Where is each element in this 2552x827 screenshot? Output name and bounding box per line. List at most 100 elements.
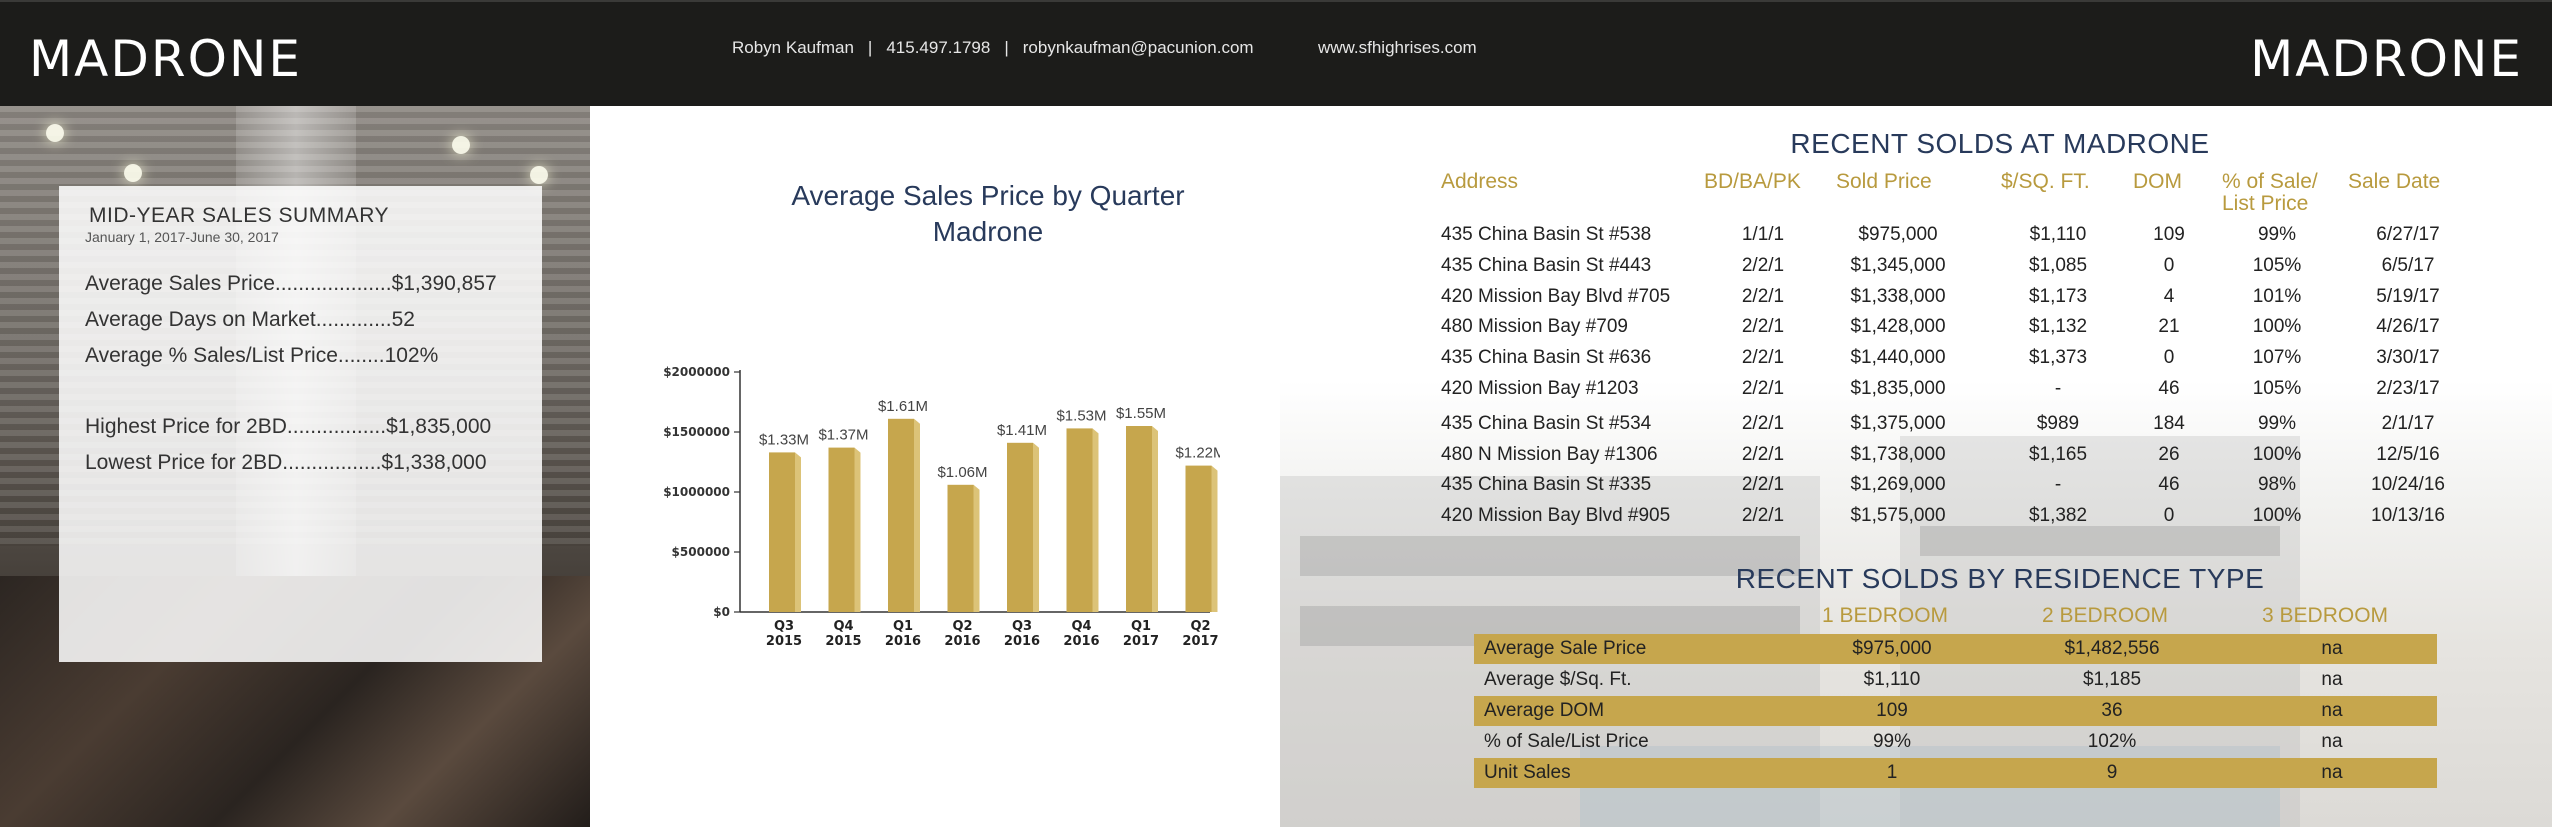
separator: | xyxy=(1004,38,1009,57)
row-value: $1,110 xyxy=(1863,669,1921,690)
x-tick-label: Q3 xyxy=(774,619,794,634)
bar xyxy=(828,447,855,612)
cell-sqft: $1,165 xyxy=(2028,444,2088,465)
bar-data-label: $1.61M xyxy=(878,398,928,415)
x-tick-label: 2016 xyxy=(944,634,980,649)
bar-data-label: $1.33M xyxy=(759,431,809,448)
summary-avg-pct: Average % Sales/List Price........102% xyxy=(85,344,439,367)
row-value: 1 xyxy=(1886,762,1898,783)
x-tick-label: Q3 xyxy=(1012,619,1032,634)
ceiling-light xyxy=(452,136,470,154)
cell-address: 435 China Basin St #443 xyxy=(1441,255,1652,276)
summary-title: MID-YEAR SALES SUMMARY xyxy=(89,204,390,227)
cell-date: 2/1/17 xyxy=(2381,413,2435,434)
cell-dom: 46 xyxy=(2158,378,2180,399)
cell-address: 435 China Basin St #335 xyxy=(1441,474,1652,495)
cell-pct: 98% xyxy=(2257,474,2297,495)
row-label: Average DOM xyxy=(1484,700,1605,721)
cell-dom: 109 xyxy=(2153,224,2185,245)
col-header-pct: % of Sale/ List Price xyxy=(2222,171,2318,215)
photo-window xyxy=(1920,526,2280,556)
cell-pct: 99% xyxy=(2257,224,2297,245)
bar-data-label: $1.22M xyxy=(1175,445,1220,462)
row-value: na xyxy=(2321,669,2343,690)
summary-highest-2bd: Highest Price for 2BD.................$1… xyxy=(85,415,492,438)
sales-summary-box: MID-YEAR SALES SUMMARY January 1, 2017-J… xyxy=(59,186,542,662)
row-label: % of Sale/List Price xyxy=(1484,731,1649,752)
row-value: $1,482,556 xyxy=(2064,638,2160,659)
cell-date: 10/24/16 xyxy=(2371,474,2445,495)
cell-bdba: 2/2/1 xyxy=(1741,474,1785,495)
cell-date: 5/19/17 xyxy=(2376,286,2440,307)
summary-avg-price: Average Sales Price....................$… xyxy=(85,272,497,295)
row-label: Average Sale Price xyxy=(1484,638,1647,659)
cell-bdba: 2/2/1 xyxy=(1741,255,1785,276)
x-tick-label: 2015 xyxy=(766,634,802,649)
row-value: na xyxy=(2321,638,2343,659)
bar-side xyxy=(854,447,861,612)
row-label: Unit Sales xyxy=(1484,762,1571,783)
x-tick-label: Q2 xyxy=(952,619,972,634)
cell-dom: 184 xyxy=(2153,413,2185,434)
cell-date: 12/5/16 xyxy=(2376,444,2440,465)
cell-pct: 100% xyxy=(2252,444,2302,465)
col-header-pct-line: % of Sale/ xyxy=(2222,170,2318,193)
cell-address: 435 China Basin St #636 xyxy=(1441,347,1652,368)
table-row: Average DOM 109 36 na xyxy=(1474,696,2437,726)
cell-address: 480 Mission Bay #709 xyxy=(1441,316,1628,337)
cell-pct: 107% xyxy=(2252,347,2302,368)
cell-pct: 100% xyxy=(2252,505,2302,526)
table-row: % of Sale/List Price 99% 102% na xyxy=(1474,727,2437,757)
cell-date: 6/27/17 xyxy=(2376,224,2440,245)
cell-price: $1,375,000 xyxy=(1850,413,1946,434)
col-header-price: Sold Price xyxy=(1836,170,1932,193)
row-value: 99% xyxy=(1872,731,1912,752)
y-tick-label: $1000000 xyxy=(663,485,730,499)
cell-date: 10/13/16 xyxy=(2371,505,2445,526)
cell-sqft: $989 xyxy=(2036,413,2080,434)
brand-left: MADRONE xyxy=(29,30,302,88)
bar xyxy=(1066,428,1093,612)
cell-sqft: $1,110 xyxy=(2029,224,2087,245)
x-tick-label: Q2 xyxy=(1190,619,1210,634)
ceiling-light xyxy=(124,164,142,182)
bar-data-label: $1.41M xyxy=(997,422,1047,439)
cell-sqft: $1,373 xyxy=(2028,347,2088,368)
cell-dom: 46 xyxy=(2158,474,2180,495)
cell-date: 6/5/17 xyxy=(2381,255,2435,276)
bar-data-label: $1.55M xyxy=(1116,405,1166,422)
cell-date: 4/26/17 xyxy=(2376,316,2440,337)
cell-price: $1,428,000 xyxy=(1850,316,1946,337)
cell-price: $1,738,000 xyxy=(1850,444,1946,465)
cell-pct: 105% xyxy=(2252,378,2302,399)
cell-sqft: $1,173 xyxy=(2028,286,2088,307)
bar xyxy=(888,418,914,612)
bar xyxy=(769,452,795,612)
row-value: 9 xyxy=(2106,762,2118,783)
cell-sqft: - xyxy=(2054,474,2062,495)
cell-date: 2/23/17 xyxy=(2376,378,2440,399)
res-header-1bd: 1 BEDROOM xyxy=(1822,604,1949,627)
phone-number[interactable]: 415.497.1798 xyxy=(886,38,990,58)
x-tick-label: 2016 xyxy=(1063,634,1099,649)
summary-dates: January 1, 2017-June 30, 2017 xyxy=(85,229,279,245)
brand-right: MADRONE xyxy=(2250,30,2523,88)
row-value: 109 xyxy=(1876,700,1908,721)
cell-bdba: 2/2/1 xyxy=(1741,413,1785,434)
y-tick-label: $0 xyxy=(713,605,730,619)
cell-bdba: 2/2/1 xyxy=(1741,286,1785,307)
email-link[interactable]: robynkaufman@pacunion.com xyxy=(1023,38,1254,58)
bar-side xyxy=(973,484,980,612)
cell-dom: 0 xyxy=(2163,347,2175,368)
y-tick-label: $500000 xyxy=(672,545,730,559)
contact-info: Robyn Kaufman | 415.497.1798 | robynkaufman@… xyxy=(732,38,1254,58)
cell-pct: 105% xyxy=(2252,255,2302,276)
cell-dom: 26 xyxy=(2158,444,2180,465)
website-link[interactable]: www.sfhighrises.com xyxy=(1318,38,1477,58)
cell-dom: 0 xyxy=(2163,255,2175,276)
cell-address: 435 China Basin St #534 xyxy=(1441,413,1652,434)
col-header-pct-line: List Price xyxy=(2222,192,2309,215)
col-header-sqft: $/SQ. FT. xyxy=(2001,170,2090,193)
summary-avg-dom: Average Days on Market.............52 xyxy=(85,308,415,331)
row-value: $1,185 xyxy=(2082,669,2142,690)
